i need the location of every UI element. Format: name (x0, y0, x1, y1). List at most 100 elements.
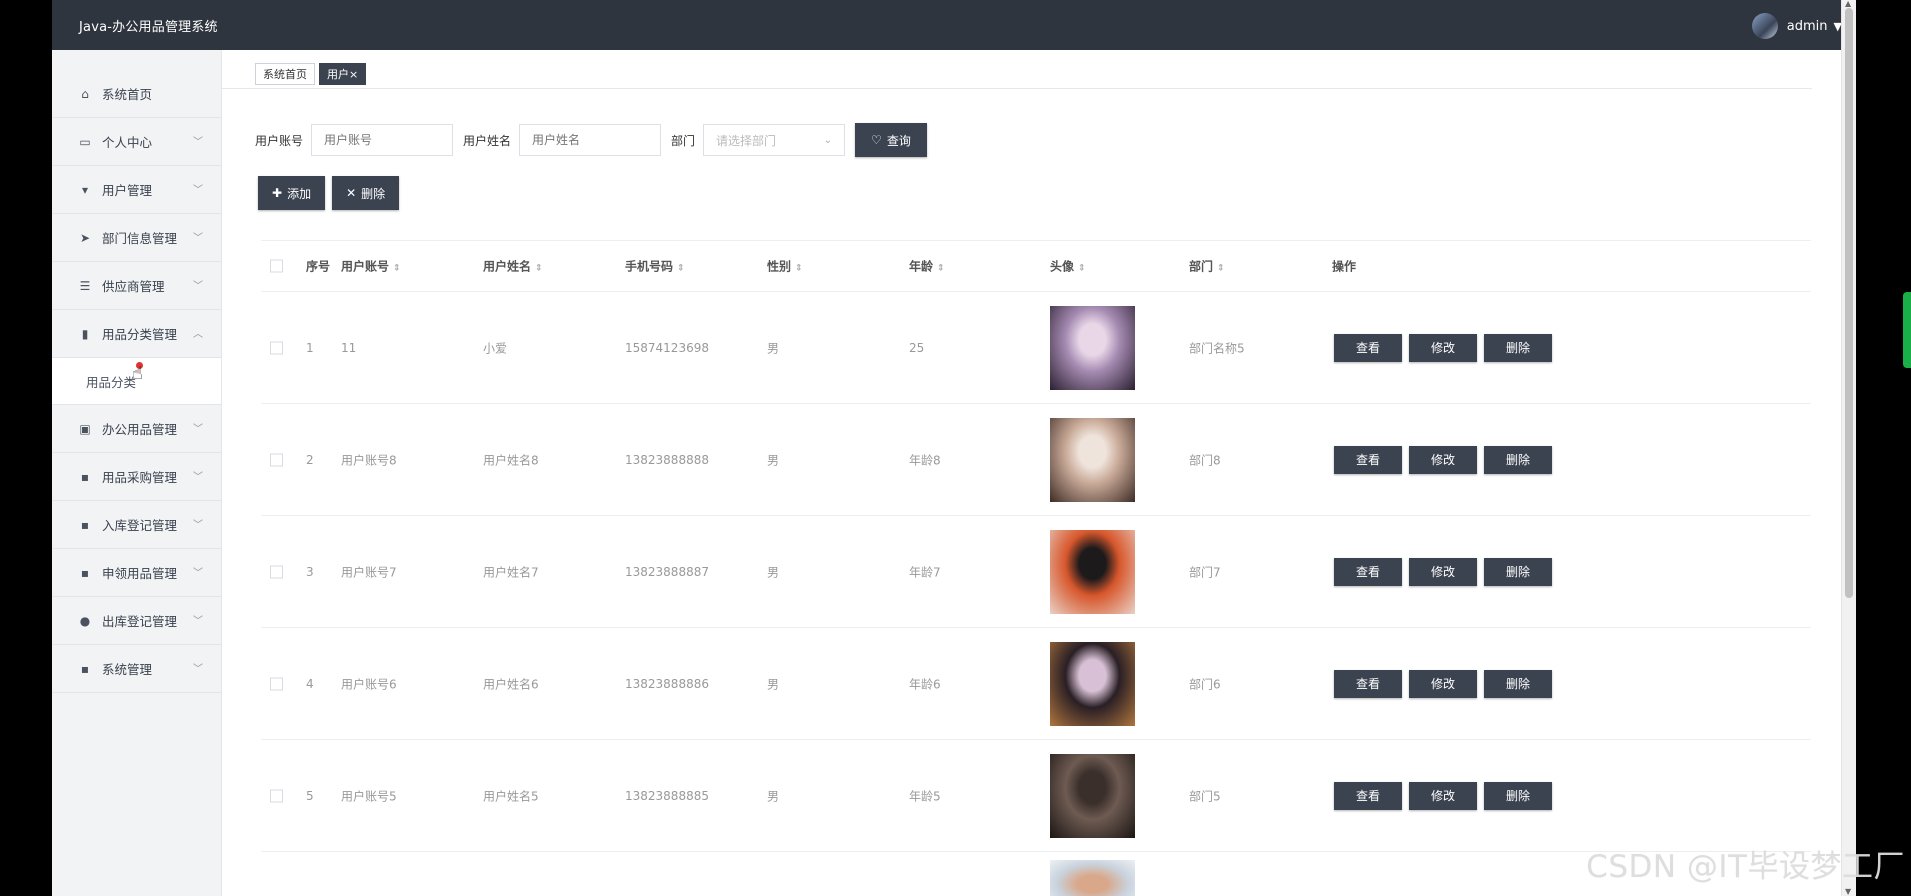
column-header[interactable]: 年龄 ⇕ (909, 258, 945, 275)
sidebar-item-3[interactable]: ➤ 部门信息管理 ﹀ (52, 214, 221, 262)
row-checkbox[interactable] (270, 789, 283, 802)
delete-button[interactable]: 删除 (1484, 333, 1552, 362)
cell-name: 用户姓名6 (483, 677, 539, 691)
cell-age: 年龄5 (909, 789, 941, 803)
sort-icon[interactable]: ⇕ (677, 264, 685, 274)
row-checkbox[interactable] (270, 453, 283, 466)
sidebar-item-8[interactable]: ▪ 入库登记管理 ﹀ (52, 501, 221, 549)
add-button-label: 添加 (287, 186, 312, 201)
cell-gender: 男 (767, 341, 780, 355)
row-checkbox[interactable] (270, 677, 283, 690)
cell-dept: 部门6 (1189, 677, 1221, 691)
row-actions: 查看 修改 删除 (1334, 781, 1559, 810)
avatar-photo (1050, 529, 1135, 614)
account-input[interactable] (311, 124, 454, 156)
edit-button[interactable]: 修改 (1409, 445, 1477, 474)
table-row (261, 852, 1811, 896)
delete-button[interactable]: 删除 (1484, 781, 1552, 810)
cell-dept: 部门5 (1189, 789, 1221, 803)
plus-icon: ✚ (272, 186, 283, 200)
name-label: 用户姓名 (463, 133, 512, 148)
sidebar-item-label: 供应商管理 (102, 279, 165, 294)
view-button[interactable]: 查看 (1334, 781, 1402, 810)
add-button[interactable]: ✚ 添加 (258, 176, 326, 210)
grid-icon: ▪ (80, 661, 90, 676)
sidebar-item-9[interactable]: ▪ 申领用品管理 ﹀ (52, 549, 221, 597)
sort-icon[interactable]: ⇕ (1217, 264, 1225, 274)
bar-chart-icon: ▮ (81, 326, 89, 341)
tab-divider (222, 88, 1812, 89)
column-header[interactable]: 用户账号 ⇕ (341, 258, 401, 275)
sidebar-item-10[interactable]: ● 出库登记管理 ﹀ (52, 597, 221, 645)
cell-phone: 13823888887 (625, 564, 709, 579)
chevron-down-icon: ﹀ (193, 233, 203, 244)
sidebar-item-6[interactable]: ▣ 办公用品管理 ﹀ (52, 405, 221, 453)
sort-icon[interactable]: ⇕ (535, 264, 543, 274)
view-button[interactable]: 查看 (1334, 557, 1402, 586)
edit-button[interactable]: 修改 (1409, 557, 1477, 586)
tab-1[interactable]: 用户× (319, 63, 367, 85)
column-header[interactable]: 性别 ⇕ (767, 258, 803, 275)
page-scrollbar[interactable]: ▲ ▼ (1841, 0, 1856, 896)
delete-button[interactable]: 删除 (1484, 557, 1552, 586)
watermark: CSDN @IT毕设梦工厂 (1586, 849, 1905, 885)
edit-button[interactable]: 修改 (1409, 781, 1477, 810)
sidebar-item-label: 用品分类管理 (102, 327, 178, 342)
chevron-down-icon: ﹀ (193, 568, 203, 579)
column-header[interactable]: 部门 ⇕ (1189, 258, 1225, 275)
sidebar-item-label: 入库登记管理 (102, 518, 178, 533)
brush-icon: ▾ (81, 182, 89, 197)
account-label: 用户账号 (255, 133, 304, 148)
sidebar-item-0[interactable]: ⌂ 系统首页 (52, 70, 221, 118)
dept-select[interactable]: 请选择部门 ⌄ (703, 124, 846, 156)
chevron-down-icon: ﹀ (193, 185, 203, 196)
sidebar-item-5[interactable]: ▮ 用品分类管理 ︿ (52, 310, 221, 358)
cell-no: 1 (306, 340, 314, 355)
tab-0[interactable]: 系统首页 (255, 63, 315, 85)
cell-age: 25 (909, 340, 925, 355)
cell-no: 5 (306, 788, 314, 803)
table-row: 3 用户账号7 用户姓名7 13823888887 男 年龄7 部门7 查看 修改 删除 (261, 516, 1811, 628)
scroll-thumb[interactable] (1845, 8, 1853, 598)
sidebar-item-4[interactable]: ☰ 供应商管理 ﹀ (52, 262, 221, 310)
table-row: 2 用户账号8 用户姓名8 13823888888 男 年龄8 部门8 查看 修改 删除 (261, 404, 1811, 516)
cell-gender: 男 (767, 565, 780, 579)
sidebar-item-11[interactable]: ▪ 系统管理 ﹀ (52, 645, 221, 693)
main-content: 系统首页用户× 用户账号 用户姓名 部门 请选择部门 ⌄ ♡ 查询 ✚ 添加 ✕ (222, 50, 1856, 896)
view-button[interactable]: 查看 (1334, 445, 1402, 474)
cell-dept: 部门7 (1189, 565, 1221, 579)
edit-button[interactable]: 修改 (1409, 333, 1477, 362)
view-button[interactable]: 查看 (1334, 333, 1402, 362)
delete-button[interactable]: 删除 (1484, 669, 1552, 698)
cell-no: 4 (306, 676, 314, 691)
close-icon: ✕ (346, 186, 357, 200)
row-checkbox[interactable] (270, 341, 283, 354)
scroll-down-icon[interactable]: ▼ (1845, 887, 1851, 896)
sliders-icon: ☰ (79, 278, 91, 293)
sort-icon[interactable]: ⇕ (937, 264, 945, 274)
row-checkbox[interactable] (270, 565, 283, 578)
column-header[interactable]: 用户姓名 ⇕ (483, 258, 543, 275)
column-header[interactable]: 手机号码 ⇕ (625, 258, 685, 275)
sort-icon[interactable]: ⇕ (795, 264, 803, 274)
select-all-checkbox[interactable] (270, 259, 283, 273)
bulk-delete-button[interactable]: ✕ 删除 (332, 176, 400, 210)
delete-button[interactable]: 删除 (1484, 445, 1552, 474)
cell-account: 11 (341, 340, 357, 355)
name-input[interactable] (519, 124, 662, 156)
view-button[interactable]: 查看 (1334, 669, 1402, 698)
edit-button[interactable]: 修改 (1409, 669, 1477, 698)
search-form: 用户账号 用户姓名 部门 请选择部门 ⌄ ♡ 查询 (255, 123, 927, 157)
user-menu[interactable]: admin ▼ (1751, 13, 1842, 39)
sort-icon[interactable]: ⇕ (393, 264, 401, 274)
avatar-photo (1050, 753, 1135, 838)
query-button[interactable]: ♡ 查询 (855, 123, 927, 157)
sidebar-item-2[interactable]: ▾ 用户管理 ﹀ (52, 166, 221, 214)
sidebar-item-7[interactable]: ▪ 用品采购管理 ﹀ (52, 453, 221, 501)
avatar-photo (1050, 860, 1135, 896)
scroll-up-icon[interactable]: ▲ (1845, 0, 1851, 8)
cell-no: 2 (306, 452, 314, 467)
sidebar-item-1[interactable]: ▭ 个人中心 ﹀ (52, 118, 221, 166)
sort-icon[interactable]: ⇕ (1078, 264, 1086, 274)
column-header[interactable]: 头像 ⇕ (1050, 258, 1086, 275)
